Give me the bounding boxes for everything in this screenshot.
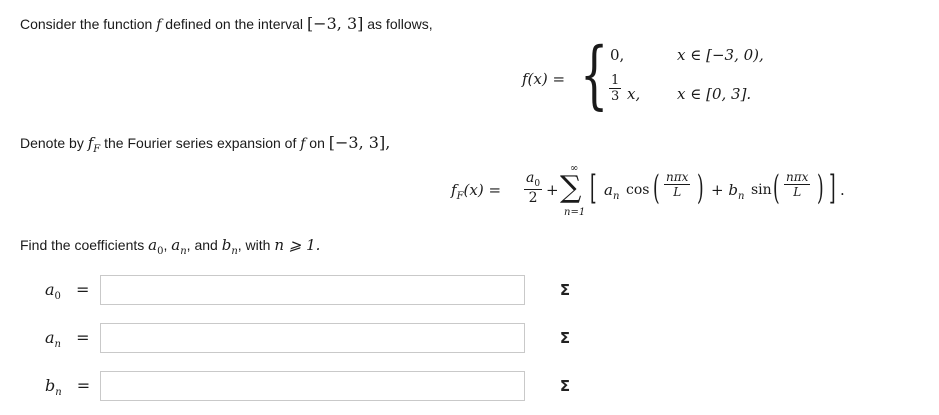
frac-num: 1 bbox=[611, 73, 620, 88]
denote-text-3: on bbox=[305, 135, 329, 151]
series-f-sub: F bbox=[456, 191, 464, 202]
sin-arg-num: nπx bbox=[786, 170, 809, 184]
a0-label-var: a bbox=[45, 280, 55, 299]
case1-condition: x ∈ [−3, 0), bbox=[677, 46, 764, 64]
cos-label: cos bbox=[626, 182, 650, 198]
case1-value: 0, bbox=[610, 46, 625, 64]
sin-right-paren: ) bbox=[817, 168, 824, 208]
find-line: Find the coefficients a0, an, and bn, wi… bbox=[20, 236, 320, 257]
case2-condition: x ∈ [0, 3]. bbox=[677, 85, 752, 103]
interval-2: [−3, 3], bbox=[328, 133, 391, 152]
a0-answer-input[interactable] bbox=[100, 275, 525, 305]
find-with: , with bbox=[237, 237, 275, 253]
right-bracket: ] bbox=[829, 168, 836, 208]
a0-fraction: a0 2 bbox=[524, 170, 543, 206]
series-arg: (x) = bbox=[463, 181, 502, 199]
bn-label: bn = bbox=[45, 376, 90, 398]
an-sigma-icon[interactable]: Σ bbox=[555, 327, 575, 349]
sin-label: sin bbox=[751, 182, 772, 198]
piecewise-lhs: f(x) = bbox=[522, 70, 566, 88]
sin-argument: nπx L bbox=[784, 170, 811, 199]
a0-label: a0 = bbox=[45, 280, 89, 302]
denote-line: Denote by fF the Fourier series expansio… bbox=[20, 133, 390, 155]
an-sub: n bbox=[612, 191, 620, 202]
cos-left-paren: ( bbox=[653, 168, 660, 208]
intro-text-3: as follows, bbox=[363, 16, 433, 32]
series-lhs: fF(x) = bbox=[451, 181, 501, 202]
an-label: an = bbox=[45, 328, 90, 350]
an-var: a bbox=[604, 181, 613, 199]
left-bracket: [ bbox=[590, 168, 597, 208]
bn-var: + b bbox=[711, 181, 738, 199]
a0-den: 2 bbox=[524, 188, 543, 206]
a0-label-sub: 0 bbox=[54, 291, 61, 303]
sin-arg-den: L bbox=[784, 184, 811, 199]
bn-sub: n bbox=[737, 191, 745, 202]
denote-text-2: the Fourier series expansion of bbox=[100, 135, 301, 151]
bn-answer-input[interactable] bbox=[100, 371, 525, 401]
intro-line: Consider the function f defined on the i… bbox=[20, 14, 433, 33]
bn-sigma-icon[interactable]: Σ bbox=[555, 375, 575, 397]
find-a0: a bbox=[148, 236, 158, 254]
series-period: . bbox=[840, 181, 845, 199]
cos-argument: nπx L bbox=[664, 170, 691, 199]
bn-term: + bn bbox=[711, 181, 744, 202]
bn-label-sub: n bbox=[55, 387, 62, 399]
bn-equals: = bbox=[76, 376, 91, 395]
find-an: a bbox=[171, 236, 181, 254]
sin-left-paren: ( bbox=[773, 168, 780, 208]
cos-right-paren: ) bbox=[697, 168, 704, 208]
find-text: Find the coefficients bbox=[20, 237, 149, 253]
a0-equals: = bbox=[76, 280, 90, 299]
a0-sub: 0 bbox=[534, 178, 541, 189]
case2-var: x, bbox=[627, 85, 641, 103]
an-term: an bbox=[604, 181, 619, 202]
bn-label-var: b bbox=[45, 376, 56, 395]
cos-arg-num: nπx bbox=[666, 170, 689, 184]
cos-arg-den: L bbox=[664, 184, 691, 199]
an-label-var: a bbox=[45, 328, 55, 347]
plus-sign: + bbox=[546, 181, 559, 199]
an-answer-input[interactable] bbox=[100, 323, 525, 353]
denote-text: Denote by bbox=[20, 135, 88, 151]
an-label-sub: n bbox=[54, 339, 61, 351]
find-condition: n ⩾ 1. bbox=[274, 236, 321, 254]
find-and: , and bbox=[186, 237, 222, 253]
frac-den: 3 bbox=[609, 88, 622, 104]
intro-text: Consider the function bbox=[20, 16, 157, 32]
an-equals: = bbox=[76, 328, 90, 347]
case2-fraction: 13 bbox=[609, 73, 622, 104]
sum-lower: n=1 bbox=[564, 207, 586, 218]
sum-symbol: ∑ bbox=[560, 170, 582, 205]
intro-text-2: defined on the interval bbox=[161, 16, 307, 32]
find-bn: b bbox=[221, 236, 232, 254]
interval: [−3, 3] bbox=[306, 14, 364, 33]
left-brace: { bbox=[580, 32, 609, 118]
a0-sigma-icon[interactable]: Σ bbox=[555, 279, 575, 301]
